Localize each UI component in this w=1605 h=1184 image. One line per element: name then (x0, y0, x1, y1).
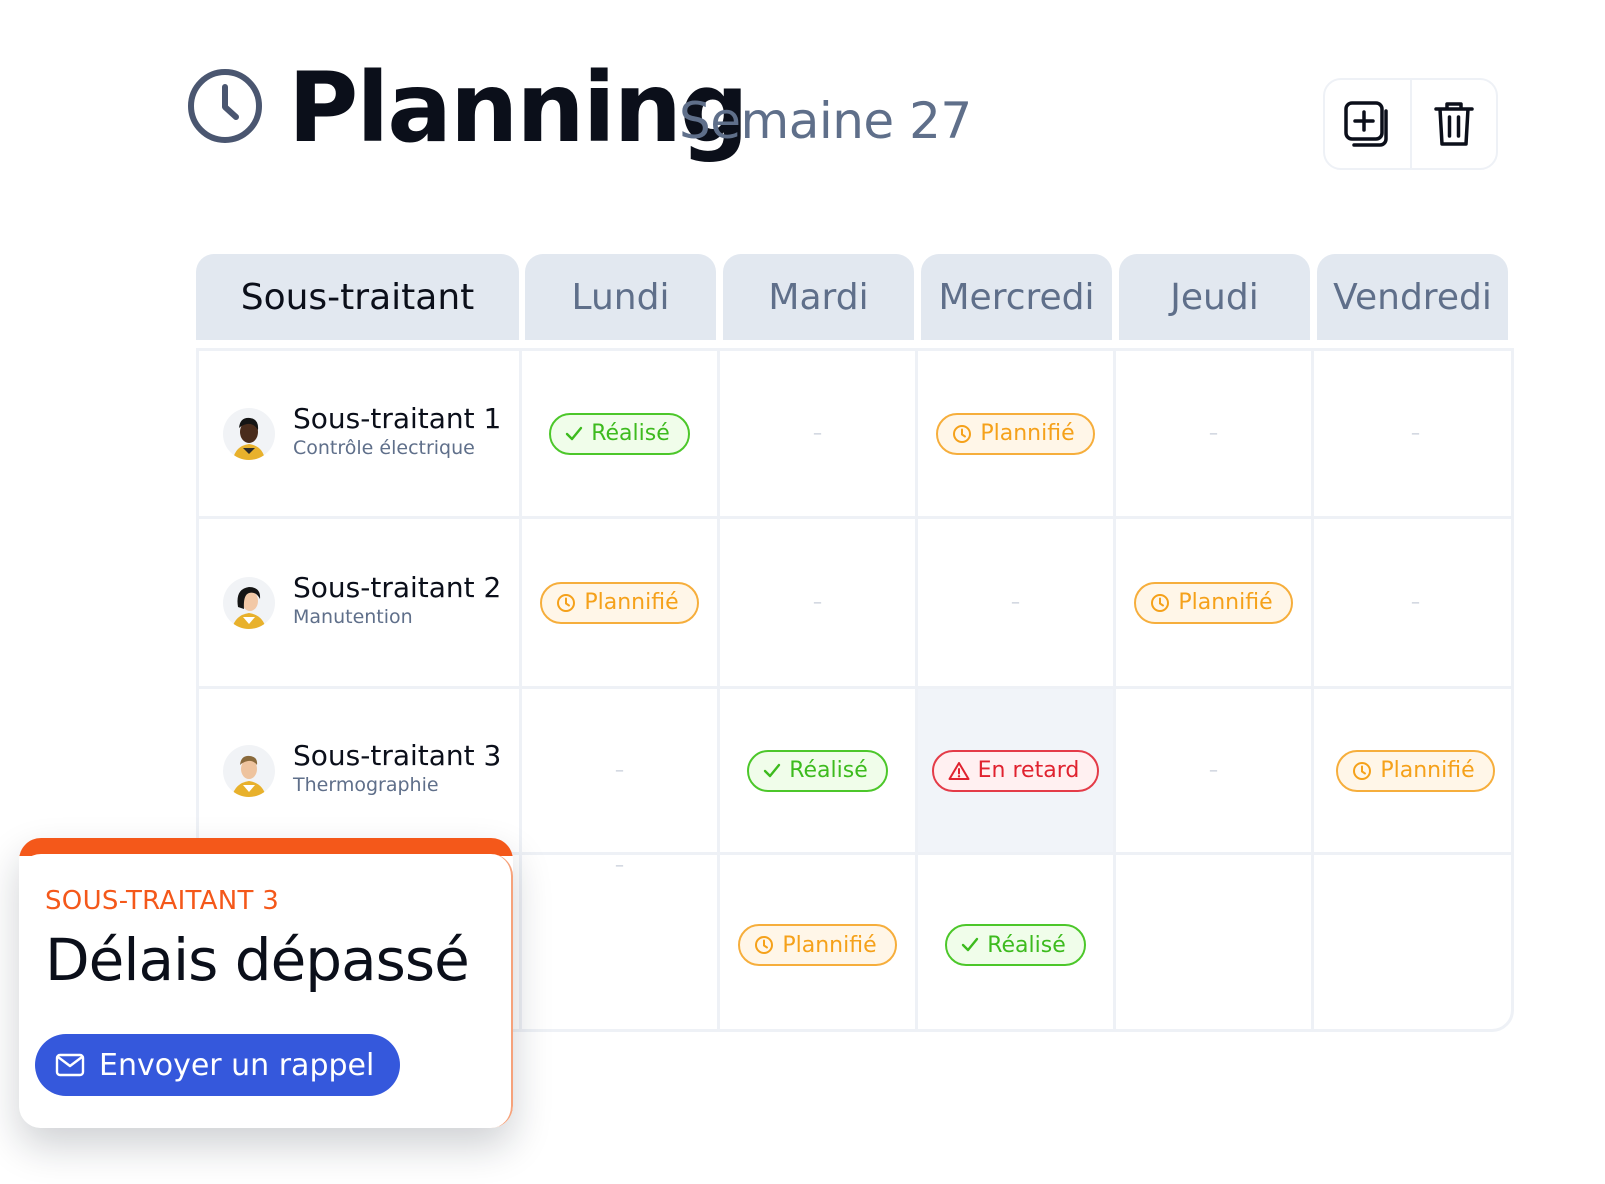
schedule-cell[interactable]: Plannifié (1314, 689, 1511, 855)
status-label: Plannifié (782, 932, 877, 958)
check-icon (764, 763, 781, 777)
send-reminder-button[interactable]: Envoyer un rappel (35, 1034, 401, 1096)
empty-dash: – (615, 855, 624, 876)
column-header-wednesday: Mercredi (921, 254, 1112, 340)
schedule-cell[interactable]: Réalisé (918, 855, 1116, 1029)
subcontractor-role: Contrôle électrique (293, 436, 475, 459)
status-badge-done[interactable]: Réalisé (945, 924, 1086, 966)
clock-icon (188, 69, 262, 143)
send-reminder-label: Envoyer un rappel (99, 1047, 375, 1083)
schedule-cell[interactable]: – (1116, 351, 1314, 519)
check-icon (962, 937, 979, 952)
column-header-subcontractor: Sous-traitant (196, 254, 519, 340)
check-icon (566, 426, 583, 440)
status-badge-planned[interactable]: Plannifié (540, 581, 699, 624)
page-title: Planning (288, 52, 749, 164)
column-header-friday: Vendredi (1317, 254, 1508, 340)
schedule-cell[interactable]: – (720, 351, 918, 519)
schedule-cell[interactable]: – (1116, 689, 1314, 855)
clock-small-icon (1151, 593, 1170, 612)
status-badge-late[interactable]: En retard (931, 749, 1100, 792)
alert-eyebrow: SOUS-TRAITANT 3 (45, 886, 280, 916)
avatar (223, 407, 275, 460)
status-badge-planned[interactable]: Plannifié (1134, 581, 1293, 624)
status-badge-planned[interactable]: Plannifié (1336, 749, 1495, 792)
empty-dash: – (1209, 760, 1218, 781)
schedule-cell[interactable]: – (522, 689, 720, 855)
delete-button[interactable] (1409, 80, 1497, 168)
clock-small-icon (557, 593, 576, 612)
clock-small-icon (1353, 761, 1372, 780)
avatar (223, 744, 275, 797)
subcontractor-role: Manutention (293, 605, 413, 628)
avatar (223, 576, 275, 629)
schedule-cell[interactable]: – (522, 855, 720, 1029)
status-label: Plannifié (1380, 758, 1475, 783)
empty-dash: – (1411, 592, 1420, 613)
status-label: Plannifié (584, 590, 679, 615)
alert-card: SOUS-TRAITANT 3 Délais dépassé Envoyer u… (19, 838, 513, 1128)
status-badge-done[interactable]: Réalisé (747, 749, 888, 792)
column-header-tuesday: Mardi (723, 254, 914, 340)
subcontractor-name: Sous-traitant 3 (293, 739, 502, 773)
schedule-cell[interactable]: Plannifié (1116, 519, 1314, 689)
schedule-cell[interactable]: Plannifié (522, 519, 720, 689)
status-badge-planned[interactable]: Plannifié (936, 412, 1095, 455)
status-label: Réalisé (987, 932, 1066, 958)
alert-card-body: SOUS-TRAITANT 3 Délais dépassé Envoyer u… (19, 854, 513, 1128)
toolbar (1323, 78, 1498, 170)
clock-small-icon (953, 424, 972, 443)
status-label: Réalisé (591, 421, 670, 446)
clock-small-icon (755, 936, 774, 954)
empty-dash: – (813, 592, 822, 613)
schedule-cell[interactable]: – (918, 519, 1116, 689)
status-badge-done[interactable]: Réalisé (549, 412, 690, 455)
schedule-cell[interactable]: En retard (918, 689, 1116, 855)
schedule-cell[interactable]: – (1314, 351, 1511, 519)
subcontractor-name: Sous-traitant 1 (293, 402, 502, 436)
schedule-cell[interactable]: – (720, 519, 918, 689)
schedule-cell[interactable]: Plannifié (918, 351, 1116, 519)
empty-dash: – (813, 423, 822, 444)
schedule-cell[interactable]: Plannifié (720, 855, 918, 1029)
table-row-subcontractor-1[interactable]: Sous-traitant 1 Contrôle électrique (199, 351, 522, 519)
status-label: Réalisé (789, 758, 868, 783)
add-copy-icon (1344, 101, 1388, 147)
trash-icon (1434, 102, 1474, 146)
status-label: Plannifié (1178, 590, 1273, 615)
empty-dash: – (1209, 423, 1218, 444)
add-button[interactable] (1325, 80, 1410, 168)
empty-dash: – (1011, 592, 1020, 613)
schedule-cell[interactable]: Réalisé (720, 689, 918, 855)
table-row-subcontractor-2[interactable]: Sous-traitant 2 Manutention (199, 519, 522, 689)
status-badge-planned[interactable]: Plannifié (738, 924, 897, 966)
schedule-cell[interactable] (1116, 855, 1314, 1029)
status-label: En retard (977, 758, 1080, 783)
page-subtitle: Semaine 27 (679, 92, 972, 150)
column-header-thursday: Jeudi (1119, 254, 1310, 340)
schedule-cell[interactable] (1314, 855, 1511, 1029)
warning-icon (948, 761, 970, 780)
status-label: Plannifié (980, 421, 1075, 446)
schedule-cell[interactable]: Réalisé (522, 351, 720, 519)
mail-icon (55, 1053, 85, 1077)
alert-title: Délais dépassé (45, 926, 470, 994)
table-row-subcontractor-3[interactable]: Sous-traitant 3 Thermographie (199, 689, 522, 855)
schedule-cell[interactable]: – (1314, 519, 1511, 689)
empty-dash: – (615, 760, 624, 781)
subcontractor-name: Sous-traitant 2 (293, 571, 502, 605)
column-header-monday: Lundi (525, 254, 716, 340)
empty-dash: – (1411, 423, 1420, 444)
subcontractor-role: Thermographie (293, 773, 439, 796)
